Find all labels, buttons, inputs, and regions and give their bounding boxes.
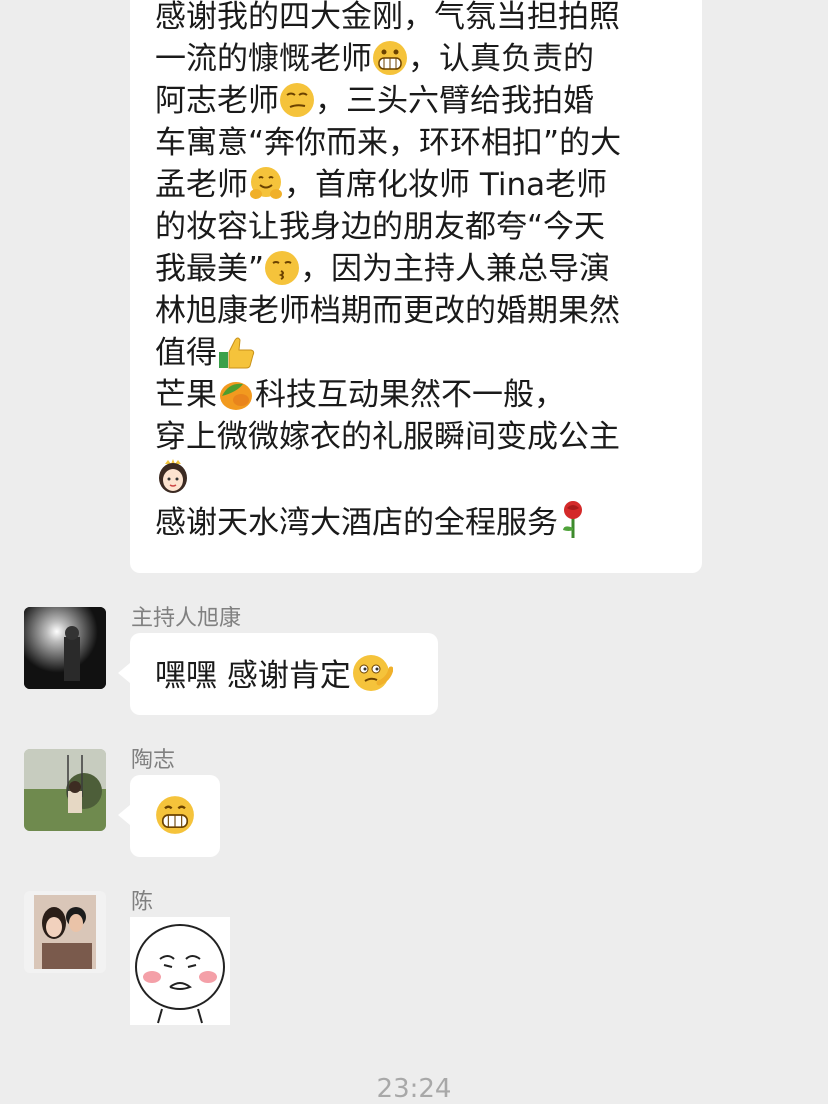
message-line: 孟老师 ，首席化妆师 Tina老师	[155, 167, 608, 203]
sender-name-chen: 陈	[131, 890, 154, 915]
grinning-emoji-icon	[373, 41, 407, 75]
shy-emoji-icon	[352, 655, 393, 691]
kissing-emoji-icon	[265, 251, 300, 285]
chat-window: 感谢我的四大金刚，气氛当担拍照 一流的慷慨老师 ，认真负责的 阿志老师 ，三头六臂给…	[0, 0, 828, 1104]
message-bubble-xukang[interactable]: 嘿嘿 感谢肯定	[118, 633, 438, 715]
message-line: 林旭康老师档期而更改的婚期果然	[155, 293, 620, 329]
message-line: 的妆容让我身边的朋友都夸“今天	[155, 209, 606, 245]
sender-name-taozhi: 陶志	[131, 748, 176, 773]
message-bubble-long[interactable]: 感谢我的四大金刚，气氛当担拍照 一流的慷慨老师 ，认真负责的 阿志老师 ，三头六臂给…	[130, 0, 702, 573]
message-line: 穿上微微嫁衣的礼服瞬间变成公主	[155, 419, 620, 455]
mango-emoji-icon	[220, 382, 252, 410]
chat-timestamp: 23:24	[376, 1074, 452, 1104]
avatar-photo-couple	[24, 891, 106, 973]
message-line: 一流的慷慨老师 ，认真负责的	[155, 41, 594, 77]
avatar-photo-dark	[24, 607, 106, 689]
message-line	[155, 458, 682, 500]
avatar-photo-outdoor	[24, 749, 106, 831]
avatar-chen[interactable]	[24, 891, 106, 973]
smirk-emoji-icon	[280, 83, 314, 117]
princess-emoji-icon	[159, 459, 187, 493]
message-line: 感谢天水湾大酒店的全程服务	[155, 500, 682, 542]
message-line: 值得	[155, 332, 682, 374]
meme-sticker-icon	[135, 924, 225, 1024]
sender-name-xukang: 主持人旭康	[131, 606, 242, 631]
grinning-emoji-icon	[156, 796, 194, 834]
sticker-message-chen[interactable]	[130, 917, 230, 1025]
avatar-xukang[interactable]	[24, 607, 106, 689]
message-bubble-taozhi[interactable]	[118, 775, 220, 857]
thumbs-up-emoji-icon	[219, 337, 255, 369]
avatar-taozhi[interactable]	[24, 749, 106, 831]
message-text: 嘿嘿 感谢肯定	[155, 658, 351, 694]
message-line: 我最美” ，因为主持人兼总导演	[155, 251, 611, 287]
message-line: 阿志老师 ，三头六臂给我拍婚	[155, 83, 594, 119]
message-line: 车寓意“奔你而来，环环相扣”的大	[155, 125, 622, 161]
message-line: 芒果 科技互动果然不一般，	[155, 377, 565, 413]
message-line: 感谢我的四大金刚，气氛当担拍照	[155, 0, 620, 35]
hug-emoji-icon	[250, 167, 282, 199]
rose-emoji-icon	[563, 501, 582, 538]
